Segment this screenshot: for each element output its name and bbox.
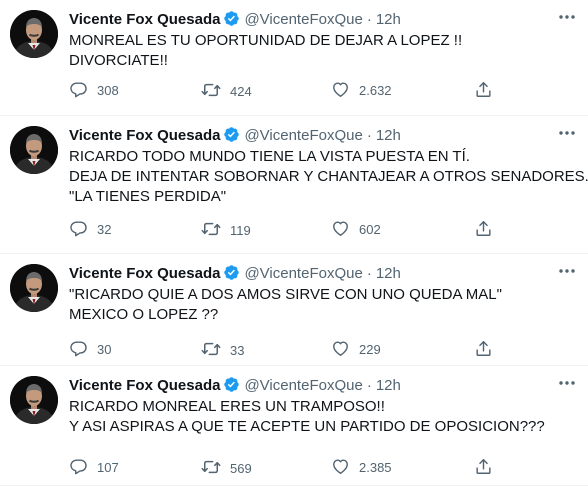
tweet-text-line: Y ASI ASPIRAS A QUE TE ACEPTE UN PARTIDO…: [69, 418, 545, 435]
reply-button[interactable]: 32: [69, 219, 111, 241]
author-handle[interactable]: @VicenteFoxQue: [244, 127, 362, 144]
like-count: 2.385: [359, 460, 392, 475]
tweet[interactable]: Vicente Fox Quesada @VicenteFoxQue · 12h MON…: [0, 0, 588, 116]
retweet-count: 119: [230, 223, 251, 238]
more-options-icon[interactable]: [556, 262, 578, 280]
like-button[interactable]: 2.385: [331, 457, 392, 479]
reply-button[interactable]: 308: [69, 80, 119, 102]
reply-count: 107: [97, 460, 119, 475]
tweet-actions: 308 424 2.632: [69, 80, 588, 102]
heart-icon: [331, 341, 350, 357]
retweet-icon: [201, 460, 221, 476]
timestamp[interactable]: 12h: [376, 265, 401, 282]
retweet-button[interactable]: 569: [201, 457, 252, 479]
verified-badge-icon: [223, 376, 240, 399]
tweet-header: Vicente Fox Quesada @VicenteFoxQue · 12h: [69, 376, 401, 396]
retweet-icon: [201, 83, 221, 99]
share-button[interactable]: [474, 80, 493, 102]
retweet-icon: [201, 222, 221, 238]
author-name[interactable]: Vicente Fox Quesada: [69, 377, 220, 394]
tweet-text-line: MONREAL ES TU OPORTUNIDAD DE DEJAR A LOP…: [69, 32, 463, 49]
separator-dot: ·: [366, 377, 372, 394]
more-options-icon[interactable]: [556, 124, 578, 142]
reply-button[interactable]: 30: [69, 339, 111, 361]
author-handle[interactable]: @VicenteFoxQue: [244, 377, 362, 394]
share-icon: [474, 459, 493, 475]
tweet-text: MONREAL ES TU OPORTUNIDAD DE DEJAR A LOP…: [69, 31, 574, 71]
reply-icon: [69, 82, 88, 98]
separator-dot: ·: [366, 265, 372, 282]
timestamp[interactable]: 12h: [376, 11, 401, 28]
tweet-text: RICARDO TODO MUNDO TIENE LA VISTA PUESTA…: [69, 147, 588, 207]
heart-icon: [331, 82, 350, 98]
retweet-button[interactable]: 119: [201, 219, 251, 241]
tweet-text: RICARDO MONREAL ERES UN TRAMPOSO!! Y ASI …: [69, 397, 574, 437]
share-button[interactable]: [474, 457, 493, 479]
heart-icon: [331, 459, 350, 475]
verified-badge-icon: [223, 126, 240, 149]
like-count: 602: [359, 222, 381, 237]
tweet-header: Vicente Fox Quesada @VicenteFoxQue · 12h: [69, 126, 401, 146]
author-handle[interactable]: @VicenteFoxQue: [244, 11, 362, 28]
tweet-actions: 107 569 2.385: [69, 457, 588, 479]
tweet-text-line: RICARDO MONREAL ERES UN TRAMPOSO!!: [69, 398, 385, 415]
more-options-icon[interactable]: [556, 8, 578, 26]
retweet-count: 424: [230, 84, 252, 99]
tweet[interactable]: Vicente Fox Quesada @VicenteFoxQue · 12h RIC…: [0, 116, 588, 254]
author-handle[interactable]: @VicenteFoxQue: [244, 265, 362, 282]
tweet-text-line: RICARDO TODO MUNDO TIENE LA VISTA PUESTA…: [69, 148, 470, 165]
share-icon: [474, 82, 493, 98]
tweet-text-line: DIVORCIATE!!: [69, 52, 168, 69]
like-button[interactable]: 602: [331, 219, 381, 241]
avatar[interactable]: [10, 376, 58, 424]
share-button[interactable]: [474, 339, 493, 361]
tweet-text-line: "RICARDO QUIE A DOS AMOS SIRVE CON UNO Q…: [69, 286, 502, 303]
avatar[interactable]: [10, 10, 58, 58]
tweet-text-line: "LA TIENES PERDIDA": [69, 188, 227, 205]
more-options-icon[interactable]: [556, 374, 578, 392]
like-count: 229: [359, 342, 381, 357]
heart-icon: [331, 221, 350, 237]
retweet-button[interactable]: 33: [201, 339, 244, 361]
reply-button[interactable]: 107: [69, 457, 119, 479]
retweet-count: 569: [230, 461, 252, 476]
verified-badge-icon: [223, 10, 240, 33]
like-button[interactable]: 229: [331, 339, 381, 361]
timestamp[interactable]: 12h: [376, 377, 401, 394]
reply-icon: [69, 459, 88, 475]
tweet-actions: 32 119 602: [69, 219, 588, 241]
tweet-header: Vicente Fox Quesada @VicenteFoxQue · 12h: [69, 264, 401, 284]
retweet-button[interactable]: 424: [201, 80, 252, 102]
reply-icon: [69, 341, 88, 357]
tweet[interactable]: Vicente Fox Quesada @VicenteFoxQue · 12h "RI…: [0, 254, 588, 366]
like-count: 2.632: [359, 83, 392, 98]
reply-count: 30: [97, 342, 112, 357]
reply-count: 308: [97, 83, 119, 98]
avatar[interactable]: [10, 126, 58, 174]
author-name[interactable]: Vicente Fox Quesada: [69, 127, 220, 144]
verified-badge-icon: [223, 264, 240, 287]
share-button[interactable]: [474, 219, 493, 241]
tweet-text-line: DEJA DE INTENTAR SOBORNAR Y CHANTAJEAR A…: [69, 168, 588, 185]
reply-icon: [69, 221, 88, 237]
tweet-text: "RICARDO QUIE A DOS AMOS SIRVE CON UNO Q…: [69, 285, 574, 325]
tweet-actions: 30 33 229: [69, 339, 588, 361]
tweet-header: Vicente Fox Quesada @VicenteFoxQue · 12h: [69, 10, 401, 30]
author-name[interactable]: Vicente Fox Quesada: [69, 11, 220, 28]
separator-dot: ·: [366, 11, 372, 28]
tweet[interactable]: Vicente Fox Quesada @VicenteFoxQue · 12h RIC…: [0, 366, 588, 486]
retweet-icon: [201, 342, 221, 358]
separator-dot: ·: [366, 127, 372, 144]
like-button[interactable]: 2.632: [331, 80, 392, 102]
tweet-text-line: MEXICO O LOPEZ ??: [69, 306, 219, 323]
author-name[interactable]: Vicente Fox Quesada: [69, 265, 220, 282]
share-icon: [474, 221, 493, 237]
reply-count: 32: [97, 222, 112, 237]
retweet-count: 33: [230, 343, 245, 358]
avatar[interactable]: [10, 264, 58, 312]
share-icon: [474, 341, 493, 357]
timestamp[interactable]: 12h: [376, 127, 401, 144]
